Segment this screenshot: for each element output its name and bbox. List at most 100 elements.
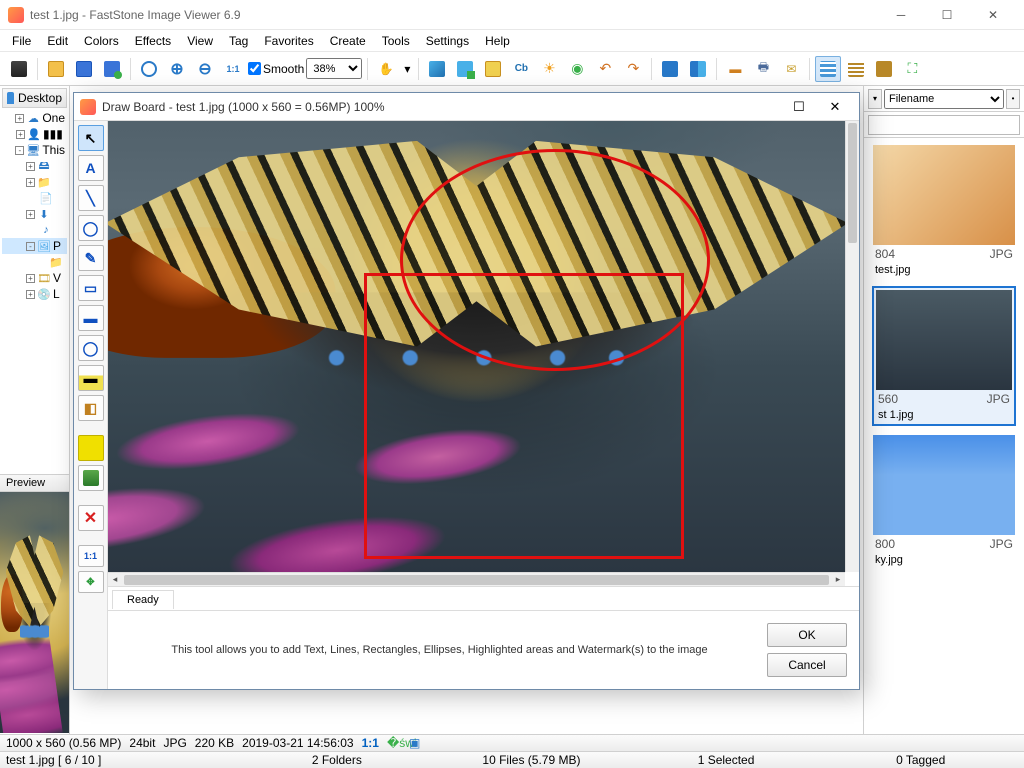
sort-select[interactable]: Filename	[884, 89, 1004, 109]
thumbnail-item[interactable]: 804JPG test.jpg	[872, 144, 1016, 278]
draw-toolbox: ↖ A ╲ ◯ ✎ ▭ ▬ ◯ ▬ ◧ ✕ 1:1 ✥	[74, 121, 108, 689]
menu-edit[interactable]: Edit	[39, 31, 76, 51]
menu-create[interactable]: Create	[322, 31, 374, 51]
zoom-select[interactable]: 38%	[306, 58, 362, 79]
menu-tag[interactable]: Tag	[221, 31, 256, 51]
main-titlebar: test 1.jpg - FastStone Image Viewer 6.9 …	[0, 0, 1024, 30]
view-single-icon[interactable]	[871, 56, 897, 82]
open-icon[interactable]	[43, 56, 69, 82]
hand-icon[interactable]: ✋	[373, 56, 399, 82]
tree-item[interactable]: -🖼P	[2, 238, 67, 254]
tree-item[interactable]: +⬇	[2, 206, 67, 222]
smooth-checkbox[interactable]: Smooth	[248, 62, 304, 76]
fg-color[interactable]	[78, 435, 104, 461]
fullscreen-icon[interactable]: ⛶	[899, 56, 925, 82]
info-icon[interactable]: ▣	[409, 736, 423, 750]
histogram-icon[interactable]: �świ	[387, 736, 401, 750]
zoom-fit-icon[interactable]	[136, 56, 162, 82]
lasso-tool[interactable]: ◯	[78, 215, 104, 241]
draw-board-window: Draw Board - test 1.jpg (1000 x 560 = 0.…	[73, 92, 860, 690]
app-icon	[8, 7, 24, 23]
close-button[interactable]: ✕	[970, 0, 1016, 30]
email-icon[interactable]: ✉	[778, 56, 804, 82]
rect-annotation[interactable]	[364, 273, 684, 559]
draw-app-icon	[80, 99, 96, 115]
maximize-button[interactable]: ☐	[924, 0, 970, 30]
draw-hscrollbar[interactable]: ◂▸	[108, 572, 845, 586]
history-dropdown[interactable]: ▾	[868, 89, 882, 109]
save-icon[interactable]	[71, 56, 97, 82]
tree-item[interactable]: +📁	[2, 174, 67, 190]
menu-colors[interactable]: Colors	[76, 31, 127, 51]
text-icon[interactable]: Cb	[508, 56, 534, 82]
tree-item[interactable]: 📄	[2, 190, 67, 206]
zoom-out-icon[interactable]: ⊖	[192, 56, 218, 82]
delete-tool[interactable]: ✕	[78, 505, 104, 531]
filter-input[interactable]	[868, 115, 1020, 135]
hand-dropdown[interactable]: ▾	[401, 56, 413, 82]
view-thumbs-icon[interactable]	[815, 56, 841, 82]
draw-vscrollbar[interactable]	[845, 121, 859, 572]
scan-icon[interactable]: ▬	[722, 56, 748, 82]
text-tool[interactable]: A	[78, 155, 104, 181]
zoom-11-tool[interactable]: 1:1	[78, 545, 104, 567]
menu-file[interactable]: File	[4, 31, 39, 51]
thumbnail-item[interactable]: 800JPG ky.jpg	[872, 434, 1016, 568]
pencil-tool[interactable]: ✎	[78, 245, 104, 271]
preview-label: Preview	[0, 475, 69, 492]
tree-header[interactable]: Desktop	[2, 88, 67, 108]
slideshow-icon[interactable]	[657, 56, 683, 82]
thumbnail-item[interactable]: 560JPG st 1.jpg	[872, 286, 1016, 426]
menu-favorites[interactable]: Favorites	[256, 31, 321, 51]
tree-item[interactable]: ♪	[2, 222, 67, 238]
tree-item[interactable]: +🎞V	[2, 270, 67, 286]
ok-button[interactable]: OK	[767, 623, 847, 647]
minimize-button[interactable]: ─	[878, 0, 924, 30]
compare-icon[interactable]	[685, 56, 711, 82]
tree-item[interactable]: +👤▮▮▮	[2, 126, 67, 142]
crop-icon[interactable]	[424, 56, 450, 82]
acquire-icon[interactable]	[6, 56, 32, 82]
left-panel: Desktop +☁One+👤▮▮▮-🖥This+🖴+📁📄+⬇♪-🖼P📁+🎞V+…	[0, 86, 70, 734]
rect-tool[interactable]: ▭	[78, 275, 104, 301]
tree-item[interactable]: +💿L	[2, 286, 67, 302]
desktop-icon	[7, 92, 14, 104]
ellipse-tool[interactable]: ◯	[78, 335, 104, 361]
tree-item[interactable]: 📁	[2, 254, 67, 270]
eraser-tool[interactable]: ◧	[78, 395, 104, 421]
rotate-right-icon[interactable]: ↷	[620, 56, 646, 82]
sort-dir[interactable]: •	[1006, 89, 1020, 109]
zoom-actual-icon[interactable]: 1:1	[220, 56, 246, 82]
menu-tools[interactable]: Tools	[374, 31, 418, 51]
menu-effects[interactable]: Effects	[127, 31, 179, 51]
draw-maximize-button[interactable]: ☐	[781, 94, 817, 120]
menu-help[interactable]: Help	[477, 31, 518, 51]
main-toolbar: ⊕ ⊖ 1:1 Smooth 38% ✋ ▾ Cb ☀ ◉ ↶ ↷ ▬ 🖶 ✉ …	[0, 52, 1024, 86]
pointer-tool[interactable]: ↖	[78, 125, 104, 151]
menu-view[interactable]: View	[179, 31, 221, 51]
tree-item[interactable]: -🖥This	[2, 142, 67, 158]
menubar: File Edit Colors Effects View Tag Favori…	[0, 30, 1024, 52]
adjust-color-icon[interactable]: ◉	[564, 56, 590, 82]
line-tool[interactable]: ╲	[78, 185, 104, 211]
watermark-tool[interactable]	[78, 465, 104, 491]
zoom-in-icon[interactable]: ⊕	[164, 56, 190, 82]
draw-canvas[interactable]	[108, 121, 845, 572]
highlight-tool[interactable]: ▬	[78, 365, 104, 391]
fillrect-tool[interactable]: ▬	[78, 305, 104, 331]
print-icon[interactable]: 🖶	[750, 56, 776, 82]
rotate-left-icon[interactable]: ↶	[592, 56, 618, 82]
adjust-light-icon[interactable]: ☀	[536, 56, 562, 82]
tree-item[interactable]: +🖴	[2, 158, 67, 174]
resize-icon[interactable]	[452, 56, 478, 82]
canvas-icon[interactable]	[480, 56, 506, 82]
view-list-icon[interactable]	[843, 56, 869, 82]
tree-item[interactable]: +☁One	[2, 110, 67, 126]
menu-settings[interactable]: Settings	[418, 31, 477, 51]
draw-close-button[interactable]: ✕	[817, 94, 853, 120]
draw-titlebar[interactable]: Draw Board - test 1.jpg (1000 x 560 = 0.…	[74, 93, 859, 121]
fit-tool[interactable]: ✥	[78, 571, 104, 593]
saveas-icon[interactable]	[99, 56, 125, 82]
preview-image[interactable]	[0, 492, 69, 733]
cancel-button[interactable]: Cancel	[767, 653, 847, 677]
